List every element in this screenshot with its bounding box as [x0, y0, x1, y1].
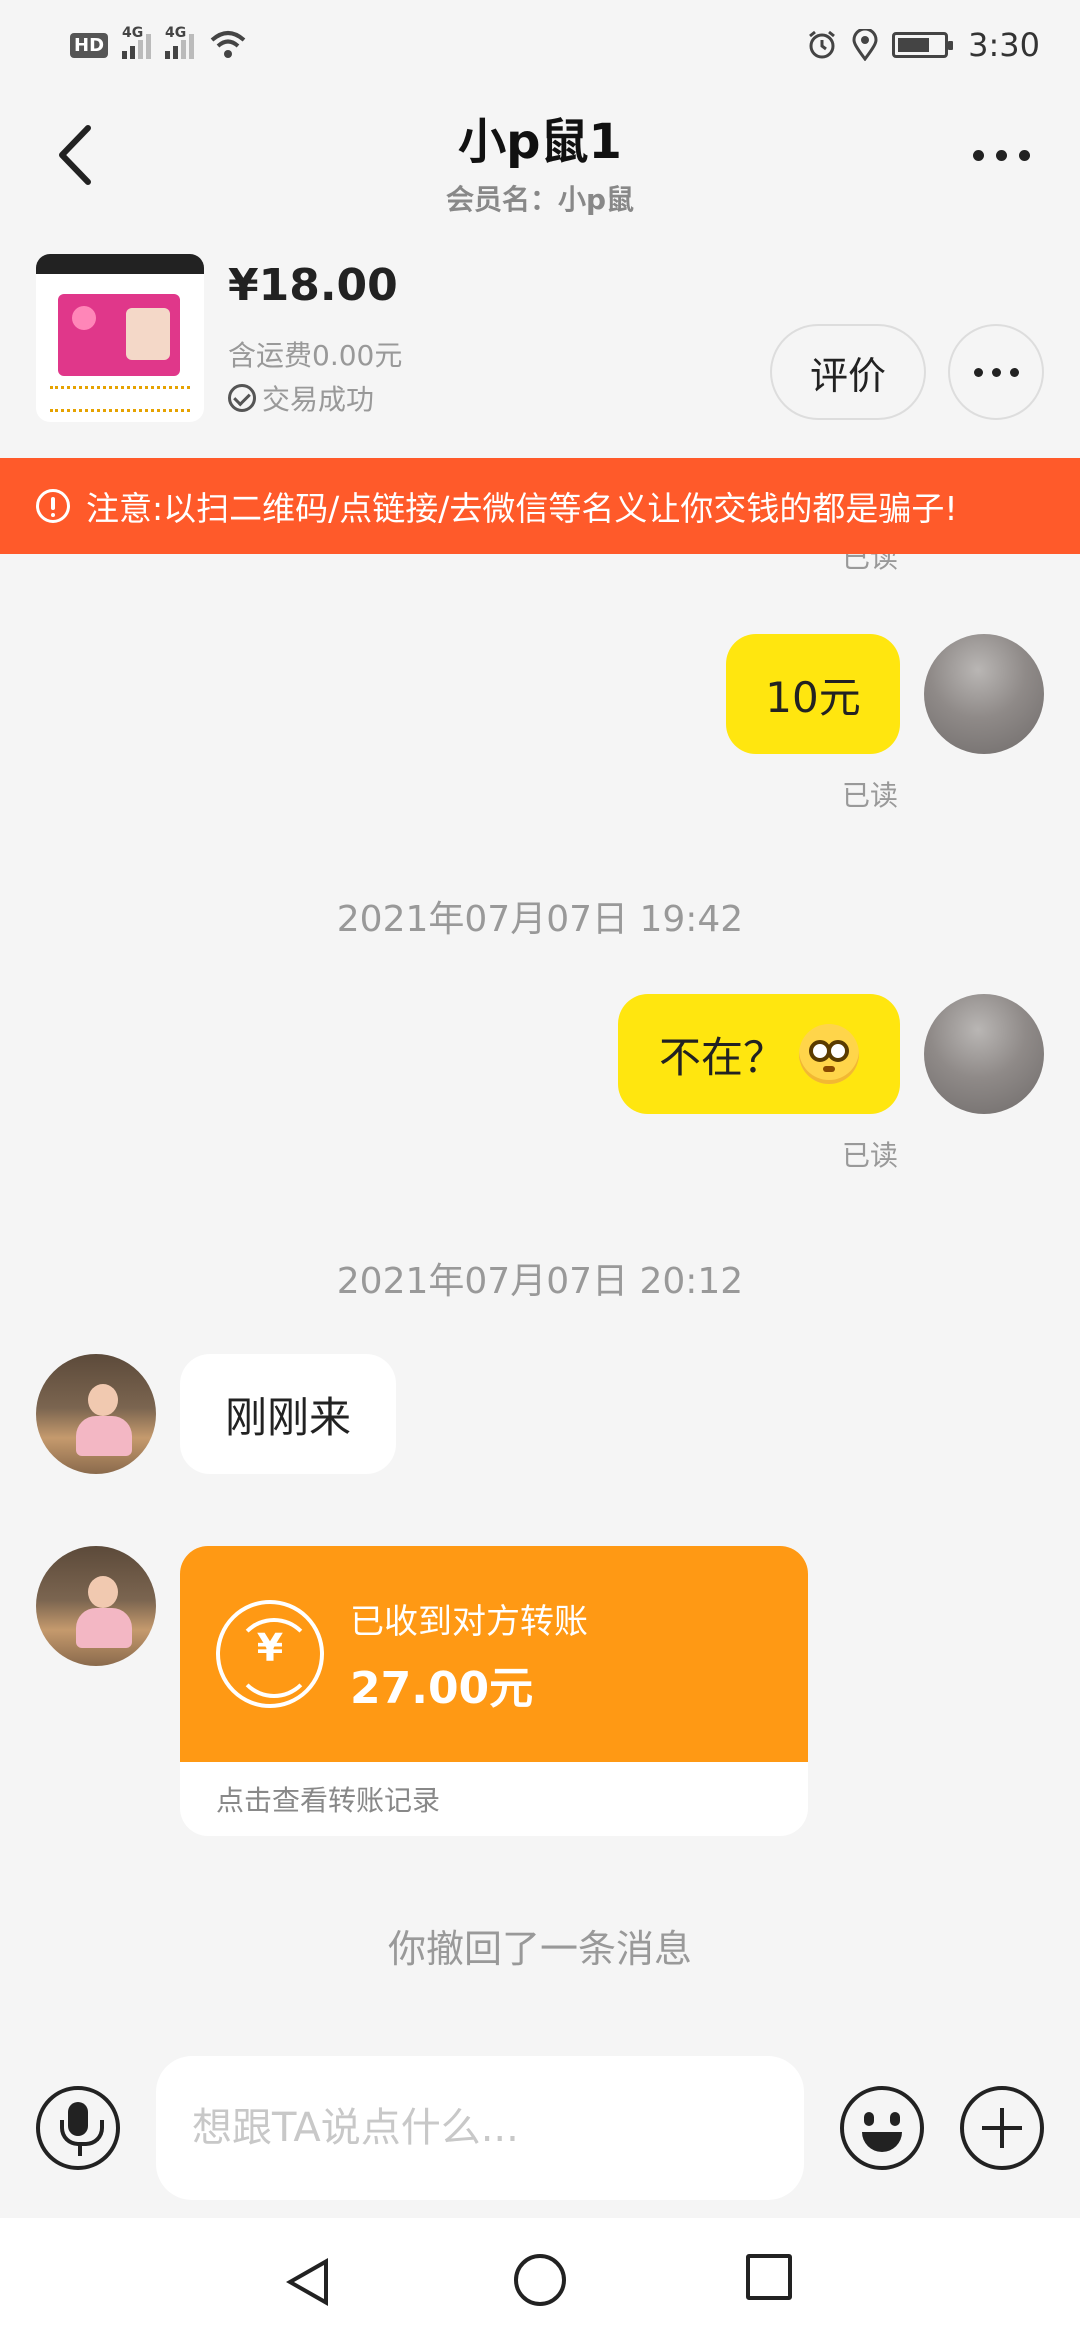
read-receipt: 已读 [842, 1139, 899, 1172]
message-list[interactable]: 已读 10元 已读 2021年07月07日 19:42 不在？ 已读 2021年… [0, 554, 1080, 2054]
nav-recent-apps-icon[interactable] [746, 2254, 792, 2300]
my-avatar[interactable] [924, 994, 1044, 1114]
contact-avatar[interactable] [36, 1546, 156, 1666]
read-receipt: 已读 [842, 779, 899, 812]
nav-home-icon[interactable] [514, 2254, 566, 2306]
message-bubble-sent[interactable]: 不在？ [618, 994, 900, 1114]
network-type-label-2: 4G [165, 25, 187, 41]
review-button[interactable]: 评价 [770, 324, 926, 420]
signal-icon: 4G [122, 25, 152, 59]
flushed-face-emoji-icon [799, 1024, 859, 1084]
transfer-record-link[interactable]: 点击查看转账记录 [180, 1762, 808, 1836]
chat-header: 小p鼠1 会员名：小p鼠 [0, 90, 1080, 240]
alarm-icon [809, 30, 836, 59]
read-receipt: 已读 [842, 554, 899, 574]
transfer-card-body: ¥ 已收到对方转账 27.00元 [180, 1546, 808, 1762]
title-block: 小p鼠1 会员名：小p鼠 [0, 102, 1080, 218]
transfer-card[interactable]: ¥ 已收到对方转账 27.00元 点击查看转账记录 [180, 1546, 808, 1836]
product-thumbnail[interactable] [36, 254, 204, 422]
status-left: HD 4G 4G [70, 25, 248, 60]
location-icon [852, 29, 878, 61]
message-timestamp: 2021年07月07日 19:42 [336, 899, 744, 940]
status-time: 3:30 [968, 26, 1040, 64]
scam-warning-banner: 注意:以扫二维码/点链接/去微信等名义让你交钱的都是骗子! [0, 458, 1080, 554]
transfer-label: 已收到对方转账 [350, 1602, 588, 1642]
shipping-fee: 含运费0.00元 [228, 339, 403, 372]
product-more-icon[interactable] [948, 324, 1044, 420]
message-timestamp: 2021年07月07日 20:12 [336, 1261, 744, 1302]
message-bubble-received[interactable]: 刚刚来 [180, 1354, 396, 1474]
message-text: 不在？ [658, 1032, 785, 1082]
input-bar [0, 2054, 1080, 2218]
yen-transfer-icon: ¥ [216, 1600, 324, 1708]
battery-icon [892, 32, 954, 58]
product-card[interactable]: ¥18.00 含运费0.00元 交易成功 评价 [36, 254, 1044, 424]
network-type-label: 4G [122, 25, 144, 41]
exclamation-icon [36, 489, 70, 523]
signal-icon-2: 4G [165, 25, 195, 59]
page-title: 小p鼠1 [458, 114, 622, 170]
plus-icon[interactable] [960, 2086, 1044, 2170]
status-bar: HD 4G 4G 3:30 [0, 0, 1080, 90]
trade-status: 交易成功 [228, 378, 374, 418]
member-name: 会员名：小p鼠 [445, 183, 635, 216]
nav-back-icon[interactable] [286, 2258, 328, 2306]
transfer-amount: 27.00元 [350, 1663, 534, 1714]
message-input[interactable] [156, 2056, 804, 2200]
status-right: 3:30 [806, 26, 1040, 64]
recall-notice: 你撤回了一条消息 [387, 1927, 692, 1971]
microphone-icon[interactable] [36, 2086, 120, 2170]
hd-badge: HD [70, 32, 109, 58]
trade-status-label: 交易成功 [262, 383, 375, 416]
emoji-icon[interactable] [840, 2086, 924, 2170]
more-menu-icon[interactable] [966, 140, 1036, 170]
yen-symbol: ¥ [256, 1626, 284, 1670]
contact-avatar[interactable] [36, 1354, 156, 1474]
wifi-icon [210, 31, 246, 58]
check-circle-icon [228, 384, 256, 412]
product-price: ¥18.00 [228, 260, 398, 311]
system-nav-bar [0, 2218, 1080, 2340]
my-avatar[interactable] [924, 634, 1044, 754]
message-bubble-sent[interactable]: 10元 [726, 634, 900, 754]
warning-text: 注意:以扫二维码/点链接/去微信等名义让你交钱的都是骗子! [86, 489, 958, 528]
